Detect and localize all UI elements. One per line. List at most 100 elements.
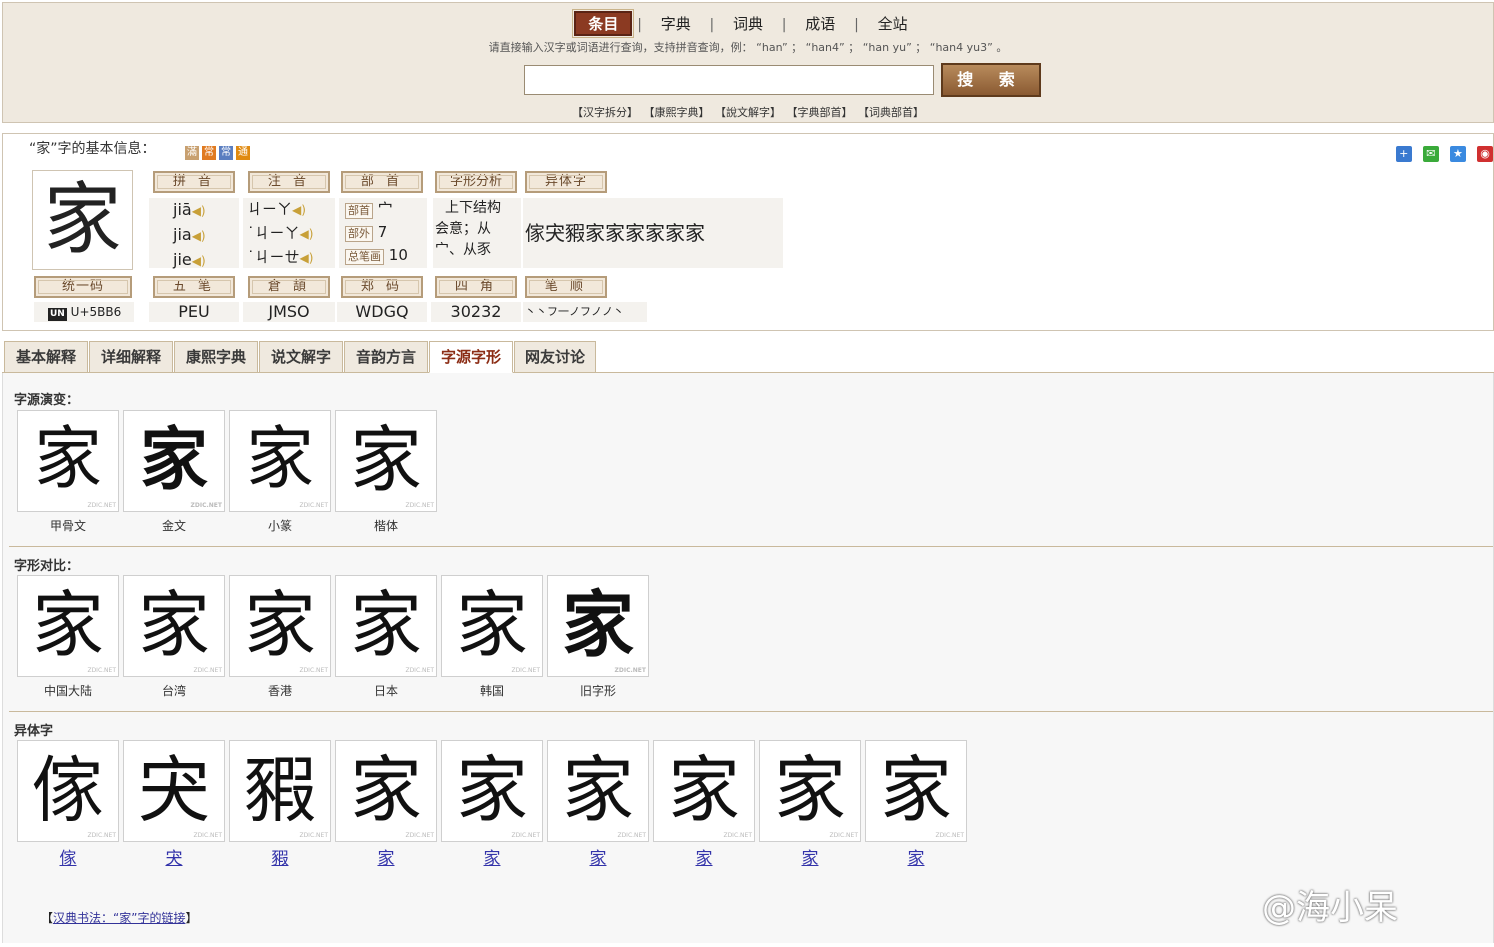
watermark: ZDIC.NET xyxy=(723,832,752,839)
cangjie-value: JMSO xyxy=(243,302,335,322)
glyph-caption: 台湾 xyxy=(161,684,186,698)
glyph-caption: 甲骨文 xyxy=(49,519,86,533)
variant-link[interactable]: 傢 xyxy=(17,844,119,869)
total-strokes-value: 10 xyxy=(388,246,408,264)
nav-entry[interactable]: 条目 xyxy=(572,9,635,38)
watermark: ZDIC.NET xyxy=(193,832,222,839)
watermark: ZDIC.NET xyxy=(405,502,434,509)
zhuyin-1: ㄐㄧㄚ xyxy=(247,200,293,218)
search-header: 条目 | 字典 | 词典 | 成语 | 全站 请直接输入汉字或词语进行查询，支持… xyxy=(2,2,1494,123)
share-wechat-icon[interactable]: ✉ xyxy=(1422,146,1439,162)
glyph: 傢 xyxy=(31,748,104,832)
badge-man[interactable]: 滿 xyxy=(185,146,199,160)
link-shuowen[interactable]: 【說文解字】 xyxy=(715,106,781,119)
glyph-caption: 旧字形 xyxy=(579,684,616,698)
header-zhuyin: 注 音 xyxy=(248,171,330,193)
glyph: 家 xyxy=(349,418,422,502)
watermark: ZDIC.NET xyxy=(87,667,116,674)
glyph-caption: 韩国 xyxy=(479,684,504,698)
nav-quanzhan[interactable]: 全站 xyxy=(864,13,922,34)
char-badges: 滿常常通 xyxy=(185,140,253,160)
glyph-tile: 家 ZDIC.NET xyxy=(759,740,861,842)
glyph-tile: 家 ZDIC.NET xyxy=(17,575,119,677)
watermark: ZDIC.NET xyxy=(511,667,540,674)
radical-label: 部首 xyxy=(345,203,373,219)
variant-link[interactable]: 家 xyxy=(335,844,437,869)
structure-type: 上下结构 xyxy=(445,200,501,216)
search-input[interactable] xyxy=(524,65,934,95)
speaker-icon[interactable]: ◀) xyxy=(300,251,314,265)
glyph: 家 xyxy=(773,748,846,832)
section-compare-title: 字形对比： xyxy=(14,559,80,574)
glyph-tile: 豭 ZDIC.NET xyxy=(229,740,331,842)
watermark: ZDIC.NET xyxy=(87,502,116,509)
nav-chengyu[interactable]: 成语 xyxy=(791,13,849,34)
watermark: ZDIC.NET xyxy=(614,667,646,674)
tab-wangyou[interactable]: 网友讨论 xyxy=(514,341,596,373)
glyph: 家 xyxy=(455,583,528,667)
variant-link[interactable]: 家 xyxy=(547,844,649,869)
zhuyin-2: ˙ㄐㄧㄚ xyxy=(247,224,300,242)
watermark: ZDIC.NET xyxy=(299,502,328,509)
watermark: ZDIC.NET xyxy=(511,832,540,839)
speaker-icon[interactable]: ◀) xyxy=(192,204,206,218)
glyph-tile: 家 ZDIC.NET xyxy=(547,740,649,842)
share-qzone-icon[interactable]: ★ xyxy=(1449,146,1466,162)
variant-link[interactable]: 家 xyxy=(441,844,543,869)
speaker-icon[interactable]: ◀) xyxy=(300,227,314,241)
glyph-tile: 家 ZDIC.NET xyxy=(335,410,437,512)
header-bishun: 笔 顺 xyxy=(525,276,607,298)
tab-ziyuan[interactable]: 字源字形 xyxy=(429,341,513,373)
tab-kangxi[interactable]: 康熙字典 xyxy=(174,341,258,373)
search-button[interactable]: 搜 索 xyxy=(941,63,1041,97)
glyph: 家 xyxy=(33,420,102,499)
structure-desc: 会意；从 xyxy=(435,221,491,237)
tab-yinyun[interactable]: 音韵方言 xyxy=(344,341,428,373)
glyph-tile: 傢 ZDIC.NET xyxy=(17,740,119,842)
pinyin-list: jiā◀) jia◀) jie◀) xyxy=(149,198,239,269)
speaker-icon[interactable]: ◀) xyxy=(292,203,306,217)
variant-link[interactable]: 家 xyxy=(865,844,967,869)
link-hanzi-chaifen[interactable]: 【汉字拆分】 xyxy=(572,106,638,119)
variant-chars[interactable]: 傢宊豭家家家家家家 xyxy=(523,198,783,268)
nav-cidian[interactable]: 词典 xyxy=(719,13,777,34)
speaker-icon[interactable]: ◀) xyxy=(192,254,206,268)
variant-link[interactable]: 家 xyxy=(759,844,861,869)
calligraphy-link[interactable]: 汉典书法：“家”字的链接 xyxy=(53,911,185,925)
zhuyin-list: ㄐㄧㄚ◀) ˙ㄐㄧㄚ◀) ˙ㄐㄧㄝ◀) xyxy=(243,198,335,268)
badge-chang-2[interactable]: 常 xyxy=(219,146,233,160)
glyph-tile: 宊 ZDIC.NET xyxy=(123,740,225,842)
glyph: 家 xyxy=(139,420,208,500)
glyph-tile: 家 ZDIC.NET xyxy=(229,575,331,677)
section-variants-title: 异体字 xyxy=(14,724,54,739)
radical-value[interactable]: 宀 xyxy=(378,200,393,218)
glyph: 家 xyxy=(561,582,634,667)
watermark: ZDIC.NET xyxy=(935,832,964,839)
variant-link[interactable]: 家 xyxy=(653,844,755,869)
link-zidian-bushou[interactable]: 【字典部首】 xyxy=(787,106,853,119)
nav-zidian[interactable]: 字典 xyxy=(647,13,705,34)
tab-jiben[interactable]: 基本解释 xyxy=(4,341,88,373)
glyph-tile: 家 ZDIC.NET xyxy=(865,740,967,842)
tab-xiangxi[interactable]: 详细解释 xyxy=(89,341,173,373)
bushou-info: 部首 宀 部外 7 总笔画 10 xyxy=(339,198,427,268)
header-bushou: 部 首 xyxy=(341,171,423,193)
header-unicode: 统一码 xyxy=(34,276,132,298)
variant-link[interactable]: 宊 xyxy=(123,844,225,869)
link-kangxi[interactable]: 【康熙字典】 xyxy=(644,106,710,119)
link-cidian-bushou[interactable]: 【词典部首】 xyxy=(858,106,924,119)
variant-link[interactable]: 豭 xyxy=(229,844,331,869)
speaker-icon[interactable]: ◀) xyxy=(192,229,206,243)
glyph-tile: 家 ZDIC.NET xyxy=(653,740,755,842)
glyph-tile: 家 ZDIC.NET xyxy=(123,410,225,512)
share-plus-icon[interactable]: + xyxy=(1395,146,1412,162)
tab-shuowen[interactable]: 说文解字 xyxy=(259,341,343,373)
watermark: ZDIC.NET xyxy=(190,502,222,509)
header-sijiao: 四 角 xyxy=(435,276,517,298)
badge-chang-1[interactable]: 常 xyxy=(202,146,216,160)
badge-tong[interactable]: 通 xyxy=(236,146,250,160)
top-nav: 条目 | 字典 | 词典 | 成语 | 全站 xyxy=(3,9,1493,38)
share-weibo-icon[interactable]: ◉ xyxy=(1477,146,1493,162)
glyph-caption: 金文 xyxy=(161,519,186,533)
pinyin-3: jie xyxy=(173,250,192,269)
